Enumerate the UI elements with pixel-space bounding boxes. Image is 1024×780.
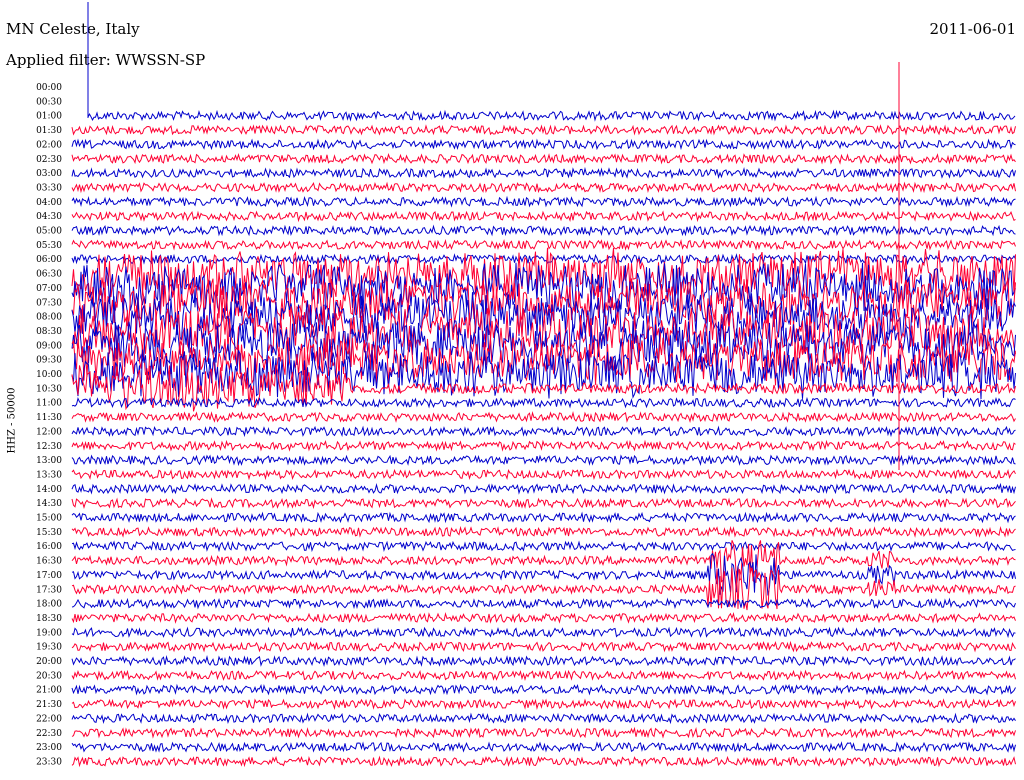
row-time-label: 00:30	[36, 97, 62, 107]
row-time-label: 12:30	[36, 442, 62, 452]
trace-1230	[71, 439, 1016, 452]
row-time-label: 04:00	[36, 198, 62, 208]
row-time-label: 08:30	[36, 327, 62, 337]
trace-0400	[71, 195, 1016, 208]
trace-0300	[71, 166, 1016, 180]
row-time-label: 18:30	[36, 614, 62, 624]
row-time-label: 13:00	[36, 456, 62, 466]
row-time-label: 19:00	[36, 628, 62, 638]
row-time-label: 19:30	[36, 643, 62, 653]
trace-2200	[71, 712, 1016, 725]
trace-1430	[71, 497, 1016, 510]
row-time-label: 21:30	[36, 700, 62, 710]
trace-2000	[71, 655, 1016, 667]
row-time-label: 20:30	[36, 671, 62, 681]
trace-2100	[71, 683, 1016, 696]
trace-2030	[71, 669, 1016, 682]
row-time-label: 15:00	[36, 514, 62, 524]
row-time-label: 03:30	[36, 183, 62, 193]
row-time-label: 01:00	[36, 112, 62, 122]
row-time-label: 02:30	[36, 155, 62, 165]
trace-1330	[71, 468, 1016, 481]
trace-0100	[87, 109, 1016, 122]
trace-1530	[71, 525, 1016, 538]
row-time-label: 10:00	[36, 370, 62, 380]
row-time-label: 16:00	[36, 542, 62, 552]
row-time-label: 22:00	[36, 714, 62, 724]
row-time-label: 14:00	[36, 485, 62, 495]
trace-1800	[71, 597, 1016, 610]
row-time-label: 01:30	[36, 126, 62, 136]
trace-1130	[71, 411, 1016, 423]
trace-0230	[71, 152, 1016, 165]
row-time-label: 20:00	[36, 657, 62, 667]
row-time-label: 05:00	[36, 227, 62, 237]
trace-0200	[71, 138, 1016, 151]
row-time-label: 10:30	[36, 384, 62, 394]
trace-2330	[71, 755, 1016, 768]
row-time-label: 11:00	[36, 399, 62, 409]
row-time-label: 13:30	[36, 470, 62, 480]
row-time-label: 15:30	[36, 528, 62, 538]
trace-1400	[71, 482, 1016, 495]
row-time-label: 14:30	[36, 499, 62, 509]
trace-1930	[71, 640, 1016, 653]
trace-1100	[71, 396, 1016, 409]
row-time-label: 07:30	[36, 298, 62, 308]
row-time-label: 16:30	[36, 557, 62, 567]
trace-1830	[71, 611, 1016, 624]
trace-1600	[71, 540, 1016, 553]
row-time-label: 18:00	[36, 600, 62, 610]
row-time-label: 08:00	[36, 313, 62, 323]
trace-2300	[71, 741, 1016, 753]
row-time-label: 06:30	[36, 270, 62, 280]
trace-1500	[71, 511, 1016, 524]
row-time-label: 09:30	[36, 356, 62, 366]
row-time-label: 21:00	[36, 686, 62, 696]
row-time-label: 04:30	[36, 212, 62, 222]
row-time-label: 12:00	[36, 427, 62, 437]
trace-2230	[71, 726, 1016, 739]
row-time-label: 17:00	[36, 571, 62, 581]
trace-1200	[71, 425, 1016, 438]
row-time-label: 06:00	[36, 255, 62, 265]
row-time-label: 07:00	[36, 284, 62, 294]
row-time-label: 05:30	[36, 241, 62, 251]
trace-2130	[71, 698, 1016, 711]
trace-1300	[71, 454, 1016, 467]
trace-0500	[71, 224, 1016, 237]
row-time-label: 17:30	[36, 585, 62, 595]
row-time-label: 02:00	[36, 140, 62, 150]
row-time-label: 03:00	[36, 169, 62, 179]
trace-0530	[71, 238, 1016, 251]
row-time-label: 00:00	[36, 83, 62, 93]
row-time-label: 23:00	[36, 743, 62, 753]
helicorder-plot: 00:00 00:30 01:00 01:30 02:00 02:30 03:00 03:30…	[36, 2, 1016, 768]
trace-0330	[71, 181, 1016, 194]
trace-0130	[71, 124, 1016, 136]
row-time-label: 22:30	[36, 729, 62, 739]
row-time-label: 23:30	[36, 757, 62, 767]
trace-1900	[71, 626, 1016, 639]
trace-0430	[71, 210, 1016, 223]
row-time-label: 09:00	[36, 341, 62, 351]
row-time-label: 11:30	[36, 413, 62, 423]
